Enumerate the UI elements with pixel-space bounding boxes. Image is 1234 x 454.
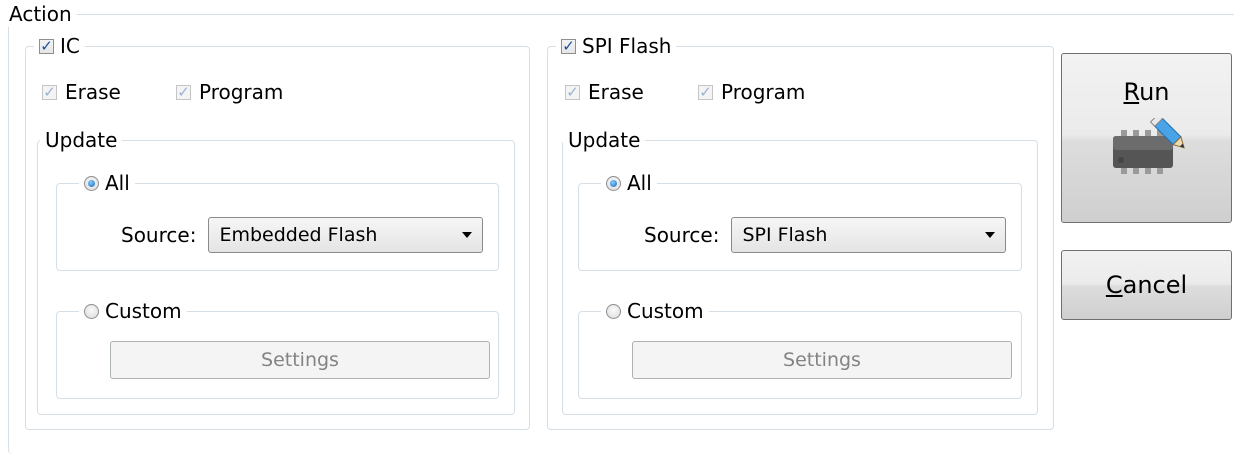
ic-settings-button[interactable]: Settings xyxy=(110,341,490,379)
spi-erase-label: Erase xyxy=(588,80,644,104)
spi-legend[interactable]: ✓ SPI Flash xyxy=(556,33,677,59)
spi-source-value: SPI Flash xyxy=(742,224,828,246)
spi-all-radio[interactable]: All xyxy=(601,170,657,196)
spi-update-label: Update xyxy=(568,128,641,152)
ic-custom-label: Custom xyxy=(105,299,182,323)
ic-all-radio[interactable]: All xyxy=(79,170,135,196)
ic-label: IC xyxy=(60,34,80,58)
spi-source-row: Source: SPI Flash xyxy=(644,217,1007,253)
ic-erase-checkbox[interactable]: ✓ Erase xyxy=(42,80,121,104)
ic-all-label: All xyxy=(105,171,130,195)
spi-program-checkbox[interactable]: ✓ Program xyxy=(698,80,805,104)
ic-update-label: Update xyxy=(45,128,118,152)
action-legend: Action xyxy=(4,1,77,27)
spi-settings-button[interactable]: Settings xyxy=(632,341,1012,379)
spi-program-label: Program xyxy=(721,80,806,104)
ic-source-label: Source: xyxy=(121,223,197,247)
cancel-label: Cancel xyxy=(1105,271,1188,299)
chevron-down-icon xyxy=(462,232,473,238)
ic-program-check-icon: ✓ xyxy=(176,82,191,101)
ic-source-row: Source: Embedded Flash xyxy=(121,217,484,253)
action-label: Action xyxy=(9,2,72,26)
spi-label: SPI Flash xyxy=(582,34,672,58)
spi-custom-radio-icon[interactable] xyxy=(606,303,621,319)
ic-program-label: Program xyxy=(199,80,284,104)
spi-program-check-icon: ✓ xyxy=(698,82,713,101)
spi-all-label: All xyxy=(627,171,652,195)
run-button[interactable]: Run xyxy=(1061,53,1232,223)
ic-erase-check-icon: ✓ xyxy=(42,82,57,101)
ic-all-radio-icon[interactable] xyxy=(84,175,99,191)
spi-custom-label: Custom xyxy=(627,299,704,323)
spi-erase-check-icon: ✓ xyxy=(565,82,580,101)
spi-settings-label: Settings xyxy=(783,349,861,371)
cancel-button[interactable]: Cancel xyxy=(1061,250,1232,320)
chevron-down-icon xyxy=(985,232,996,238)
spi-update-legend: Update xyxy=(563,127,646,153)
ic-custom-radio-icon[interactable] xyxy=(84,303,99,319)
spi-erase-checkbox[interactable]: ✓ Erase xyxy=(565,80,644,104)
ic-custom-radio[interactable]: Custom xyxy=(79,298,187,324)
ic-update-legend: Update xyxy=(40,127,123,153)
ic-settings-label: Settings xyxy=(261,349,339,371)
spi-source-select[interactable]: SPI Flash xyxy=(731,217,1007,253)
spi-checkbox[interactable]: ✓ xyxy=(561,38,576,54)
spi-custom-radio[interactable]: Custom xyxy=(601,298,709,324)
ic-program-checkbox[interactable]: ✓ Program xyxy=(176,80,283,104)
ic-checkbox[interactable]: ✓ xyxy=(39,38,54,54)
spi-source-label: Source: xyxy=(644,223,720,247)
ic-erase-label: Erase xyxy=(65,80,121,104)
run-label: Run xyxy=(1123,78,1170,106)
ic-source-select[interactable]: Embedded Flash xyxy=(208,217,484,253)
ic-legend[interactable]: ✓ IC xyxy=(34,33,85,59)
chip-pencil-icon xyxy=(1107,113,1187,187)
spi-all-radio-icon[interactable] xyxy=(606,175,621,191)
ic-source-value: Embedded Flash xyxy=(219,224,378,246)
